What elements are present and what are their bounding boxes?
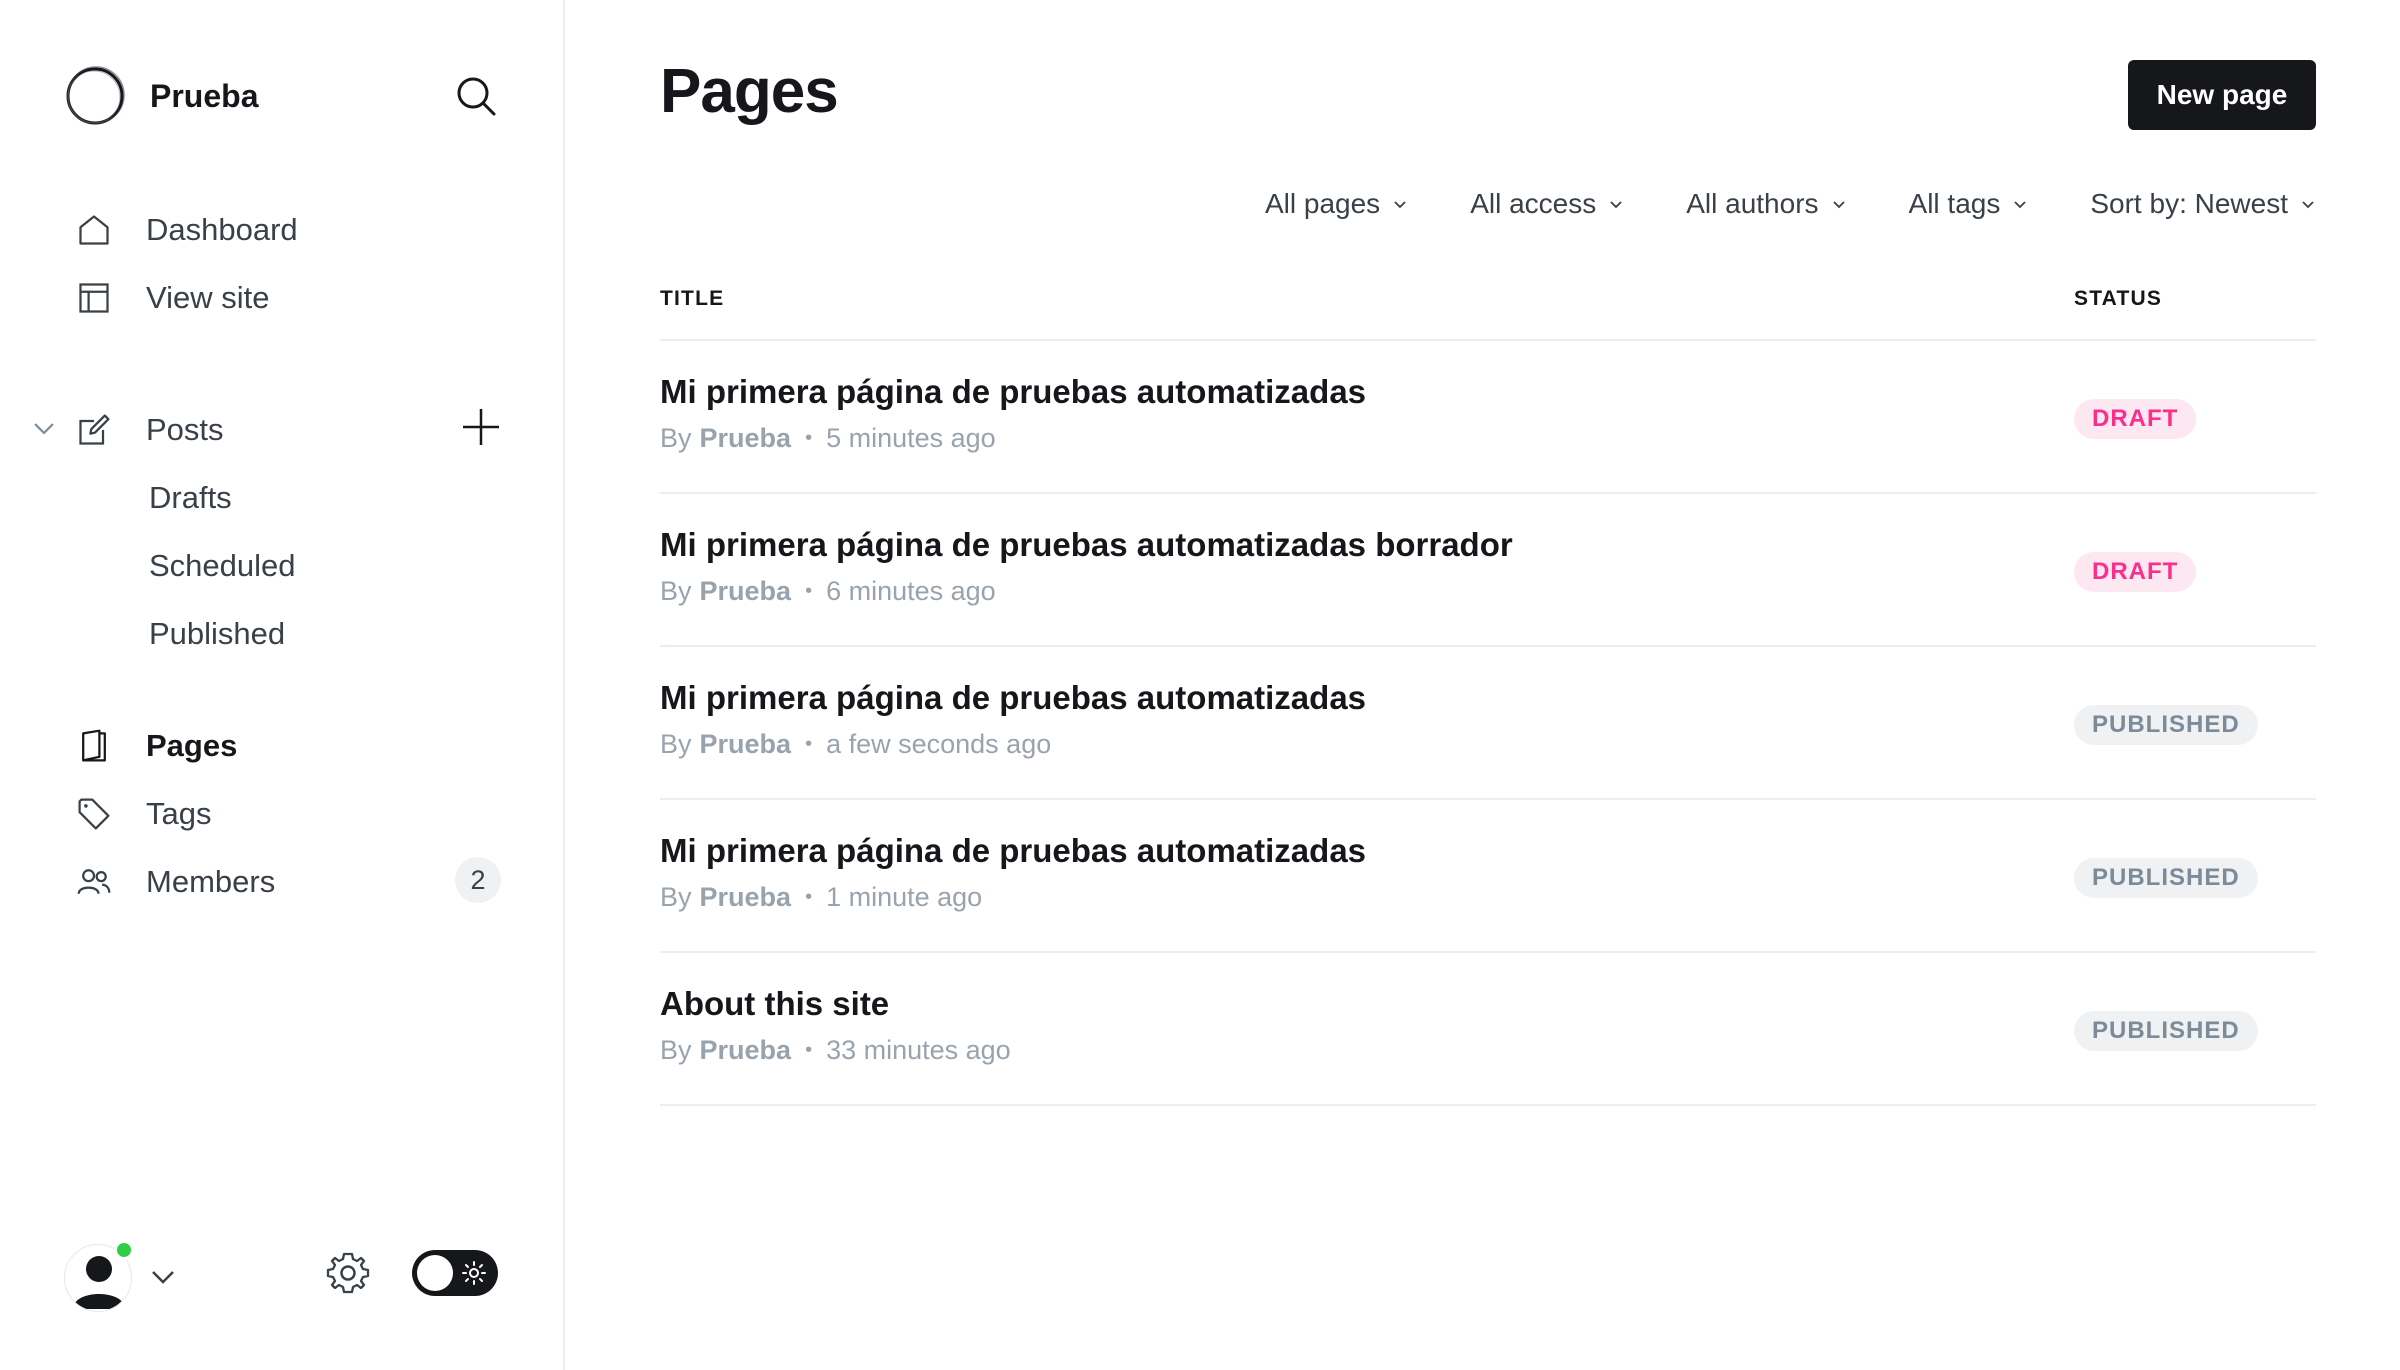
status-badge: PUBLISHED (2074, 858, 2258, 898)
sun-icon (462, 1261, 486, 1285)
by-label: By (660, 729, 692, 759)
status-badge: PUBLISHED (2074, 1011, 2258, 1051)
separator-dot: • (805, 886, 813, 908)
filter-tags-label: All tags (1908, 188, 2001, 219)
toggle-knob (417, 1255, 453, 1291)
timestamp: 33 minutes ago (826, 1035, 1011, 1065)
page-title-link[interactable]: Mi primera página de pruebas automatizad… (660, 679, 1366, 717)
new-page-button[interactable]: New page (2128, 60, 2316, 130)
page-title: Pages (660, 57, 839, 126)
status-badge: DRAFT (2074, 399, 2197, 439)
chevron-down-icon (2014, 201, 2026, 209)
timestamp: 6 minutes ago (826, 576, 996, 606)
filter-tags[interactable]: All tags (1909, 188, 2029, 220)
row-meta: By Prueba • a few seconds ago (660, 729, 1051, 760)
sidebar-item-published[interactable]: Published (149, 612, 285, 656)
nav-members[interactable]: Members (74, 858, 275, 906)
sort-dropdown-label: Sort by: Newest (2090, 188, 2288, 219)
filter-access-label: All access (1470, 188, 1597, 219)
sort-dropdown[interactable]: Sort by: Newest (2090, 188, 2316, 220)
table-row[interactable]: Mi primera página de pruebas automatizad… (660, 800, 2316, 953)
chevron-down-icon[interactable] (30, 414, 58, 442)
column-header-title: TITLE (660, 287, 725, 310)
filter-access[interactable]: All access (1470, 188, 1624, 220)
chevron-down-icon (2302, 201, 2314, 209)
by-label: By (660, 882, 692, 912)
status-badge: PUBLISHED (2074, 705, 2258, 745)
separator-dot: • (805, 733, 813, 755)
separator-dot: • (805, 427, 813, 449)
search-icon[interactable] (454, 74, 498, 118)
author-name: Prueba (699, 576, 792, 606)
row-meta: By Prueba • 5 minutes ago (660, 423, 996, 454)
nav-dashboard-label: Dashboard (146, 212, 298, 247)
table-row[interactable]: Mi primera página de pruebas automatizad… (660, 341, 2316, 494)
table-row[interactable]: Mi primera página de pruebas automatizad… (660, 647, 2316, 800)
gear-icon[interactable] (325, 1250, 371, 1296)
filter-bar: All pages All access All authors All tag… (1203, 188, 2316, 220)
chevron-down-icon (1610, 201, 1622, 209)
column-header-status: STATUS (2074, 287, 2163, 310)
separator-dot: • (805, 1039, 813, 1061)
page-title-link[interactable]: Mi primera página de pruebas automatizad… (660, 832, 1366, 870)
chevron-down-icon[interactable] (148, 1262, 178, 1292)
nav-dashboard[interactable]: Dashboard (74, 206, 298, 254)
nav-pages-label: Pages (146, 728, 238, 763)
by-label: By (660, 1035, 692, 1065)
sidebar: Prueba Dashboard View site Posts Drafts … (0, 0, 565, 1370)
page-title-link[interactable]: Mi primera página de pruebas automatizad… (660, 526, 1513, 564)
page-title-link[interactable]: About this site (660, 985, 889, 1023)
site-logo-icon (66, 66, 125, 125)
nav-pages[interactable]: Pages (74, 722, 237, 770)
online-status-indicator (114, 1240, 134, 1260)
filter-authors-label: All authors (1686, 188, 1819, 219)
chevron-down-icon (1394, 201, 1406, 209)
row-meta: By Prueba • 1 minute ago (660, 882, 982, 913)
home-icon (74, 210, 114, 250)
status-badge: DRAFT (2074, 552, 2197, 592)
author-name: Prueba (699, 1035, 792, 1065)
filter-authors[interactable]: All authors (1686, 188, 1846, 220)
author-name: Prueba (699, 729, 792, 759)
filter-pages-label: All pages (1265, 188, 1381, 219)
site-name: Prueba (150, 77, 259, 114)
page-title-link[interactable]: Mi primera página de pruebas automatizad… (660, 373, 1366, 411)
users-icon (74, 862, 114, 902)
add-post-icon[interactable] (460, 406, 502, 448)
sidebar-item-drafts[interactable]: Drafts (149, 476, 232, 520)
author-name: Prueba (699, 882, 792, 912)
row-meta: By Prueba • 33 minutes ago (660, 1035, 1011, 1066)
nav-posts-label: Posts (146, 412, 224, 447)
edit-icon (74, 410, 114, 450)
brand[interactable]: Prueba (64, 64, 258, 128)
row-meta: By Prueba • 6 minutes ago (660, 576, 996, 607)
filter-pages[interactable]: All pages (1265, 188, 1408, 220)
row-divider (660, 1104, 2316, 1106)
nav-tags-label: Tags (146, 796, 212, 831)
by-label: By (660, 576, 692, 606)
nav-posts[interactable]: Posts (74, 406, 224, 454)
layout-icon (74, 278, 114, 318)
book-icon (74, 726, 114, 766)
nav-tags[interactable]: Tags (74, 790, 211, 838)
timestamp: 1 minute ago (826, 882, 983, 912)
nav-members-label: Members (146, 864, 276, 899)
table-row[interactable]: About this site By Prueba • 33 minutes a… (660, 953, 2316, 1106)
nav-view-site-label: View site (146, 280, 270, 315)
sidebar-item-scheduled[interactable]: Scheduled (149, 544, 296, 588)
separator-dot: • (805, 580, 813, 602)
timestamp: a few seconds ago (826, 729, 1052, 759)
chevron-down-icon (1832, 201, 1845, 209)
theme-toggle[interactable] (412, 1250, 498, 1296)
members-count-badge: 2 (455, 857, 501, 903)
author-name: Prueba (699, 423, 792, 453)
table-row[interactable]: Mi primera página de pruebas automatizad… (660, 494, 2316, 647)
nav-view-site[interactable]: View site (74, 274, 270, 322)
timestamp: 5 minutes ago (826, 423, 996, 453)
tag-icon (74, 794, 114, 834)
by-label: By (660, 423, 692, 453)
